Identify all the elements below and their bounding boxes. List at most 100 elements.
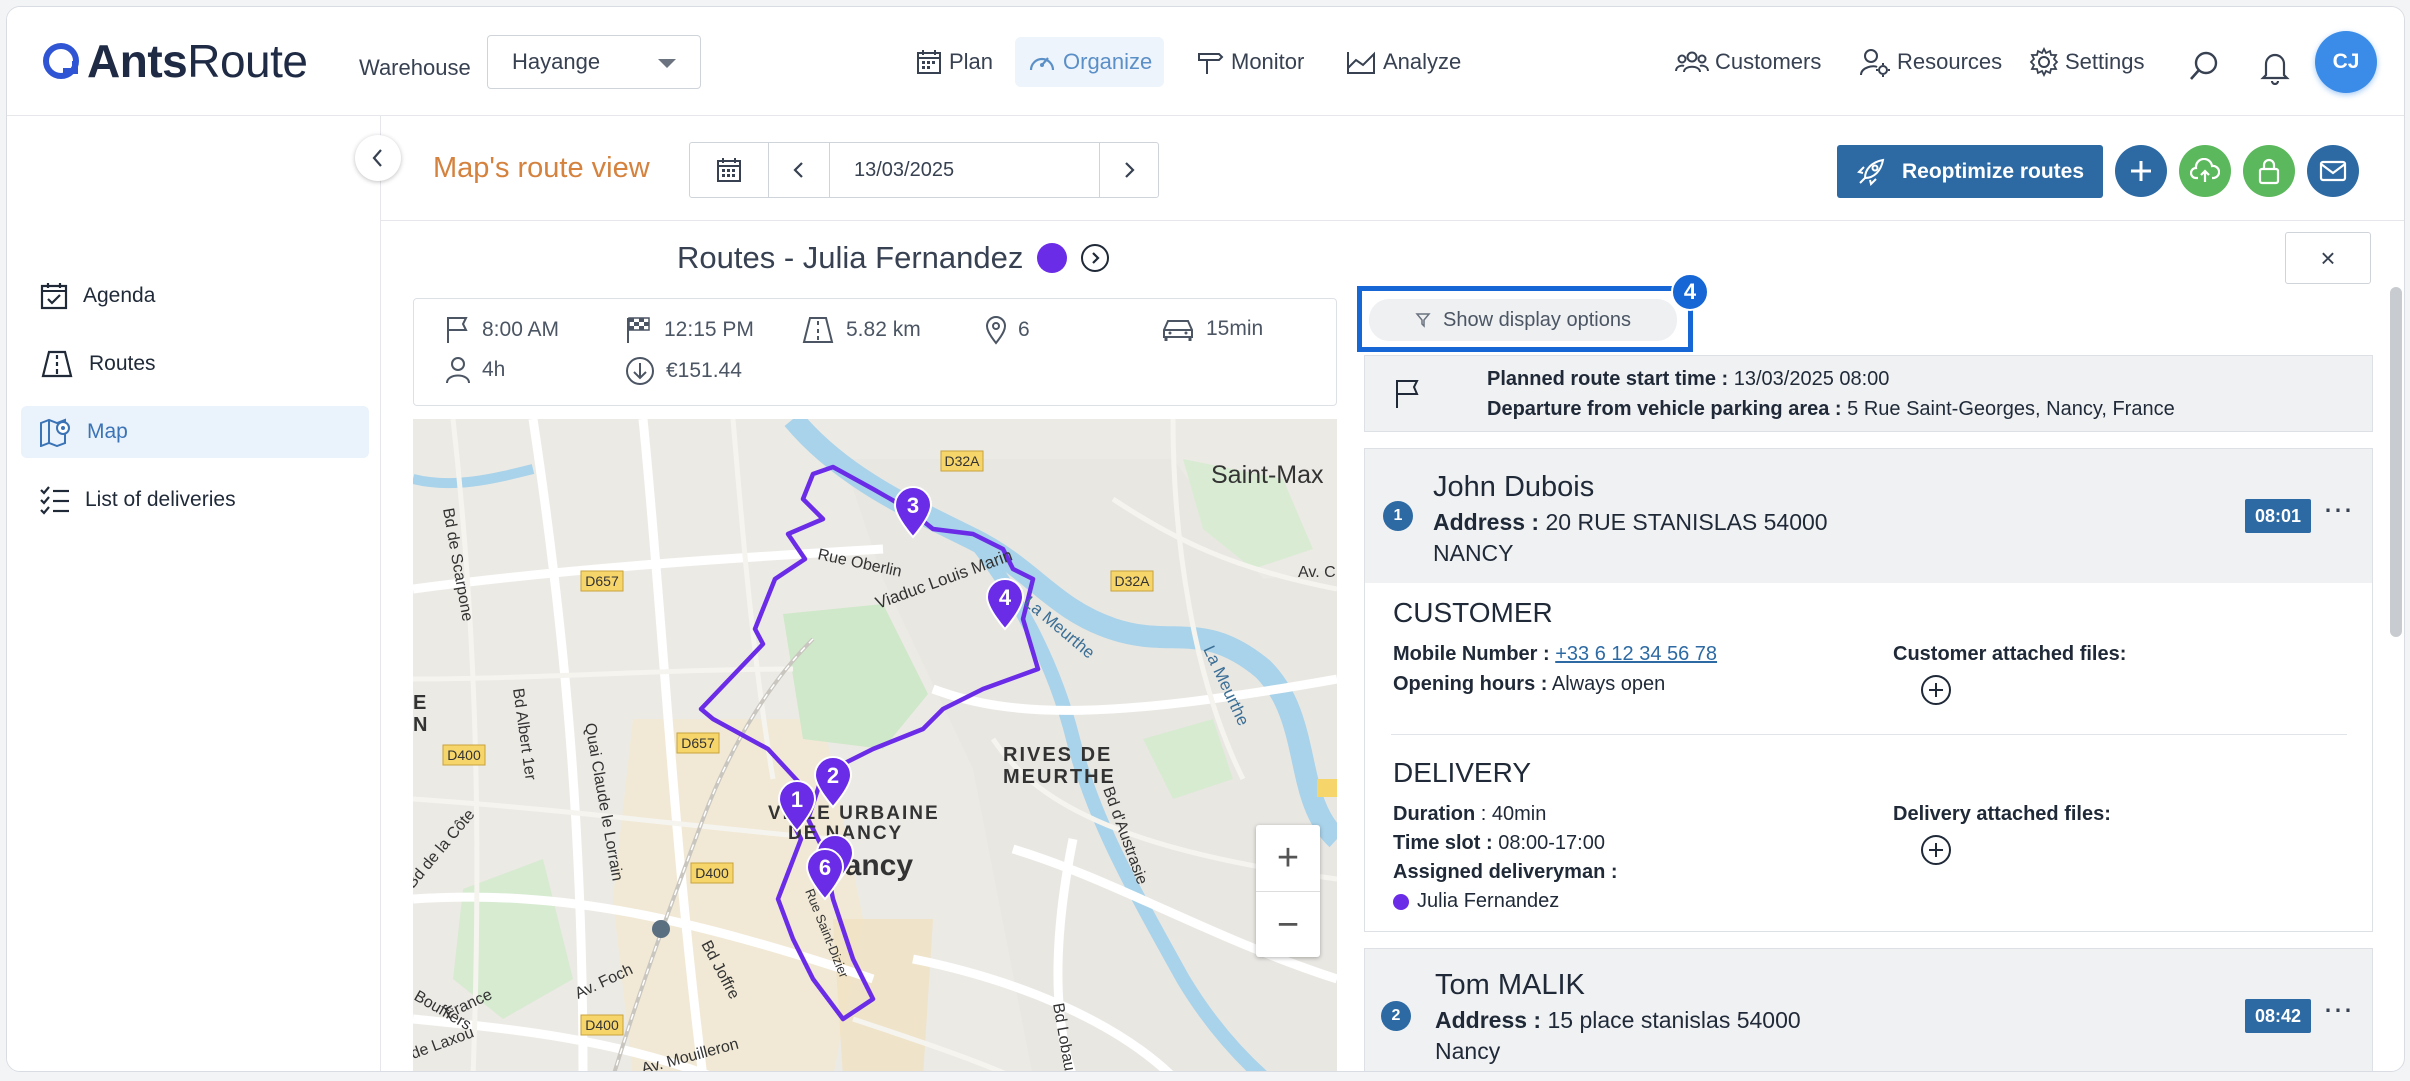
logo-mark-icon [43,43,79,79]
logo-text: AntsRoute [87,35,308,87]
stop-card[interactable]: 2 Tom MALIK Address : 15 place stanislas… [1364,948,2373,1071]
collapse-sidebar-button[interactable] [355,135,401,181]
route-markers: 3 4 2 1 6 [777,485,1025,901]
add-delivery-file-icon[interactable] [1921,835,1951,865]
previous-day-button[interactable] [769,143,830,197]
stat-duration: 4h [444,355,505,385]
email-button[interactable] [2307,145,2359,197]
more-options-icon[interactable]: ⋯ [2323,493,2354,528]
calendar-icon [917,50,941,74]
date-picker-button[interactable] [690,143,769,197]
arrival-time-badge: 08:01 [2245,499,2311,533]
opening-hours: Opening hours : Always open [1393,673,1666,695]
arrival-time-badge: 08:42 [2245,999,2311,1033]
next-route-button[interactable] [1081,244,1110,272]
stat-value: 8:00 AM [482,318,560,341]
more-options-icon[interactable]: ⋯ [2323,993,2354,1028]
stat-value: 4h [482,358,506,381]
sidebar-item-label: Map [87,420,128,443]
nav-resources-label: Resources [1897,49,2003,74]
stat-value: 5.82 km [846,318,921,341]
lock-button[interactable] [2243,145,2295,197]
show-display-options-button[interactable]: Show display options [1369,299,1677,341]
sidebar-item-label: Agenda [83,284,156,307]
stat-start-time: 8:00 AM [444,315,559,345]
planned-start-line: Planned route start time : 13/03/2025 08… [1487,368,1890,390]
user-avatar[interactable]: CJ [2315,31,2377,93]
stop-marker-3[interactable]: 3 [893,485,933,539]
sidebar-item-list-of-deliveries[interactable]: List of deliveries [21,474,369,526]
date-input[interactable]: 13/03/2025 [830,143,1100,197]
nav-settings[interactable]: Settings [2029,45,2145,79]
list-icon [40,486,69,515]
map-toolbar: Map's route view 13/03/2025 Reoptimize r… [381,116,2404,221]
car-icon [1163,320,1193,341]
nav-plan[interactable]: Plan [915,45,993,79]
nav-monitor-label: Monitor [1231,49,1305,74]
filter-icon [1415,313,1431,328]
sidebar: Agenda Routes Map List of deliveries [7,116,381,1071]
rocket-icon [1857,158,1885,186]
reoptimize-routes-button[interactable]: Reoptimize routes [1837,145,2103,198]
nav-customers[interactable]: Customers [1675,45,1821,79]
sidebar-item-label: List of deliveries [85,488,236,511]
phone-link[interactable]: +33 6 12 34 56 78 [1555,643,1717,665]
marker-label: 6 [819,855,831,880]
delivery-section-title: DELIVERY [1393,757,1531,788]
customer-name: John Dubois [1433,471,1595,503]
stop-marker-2[interactable]: 2 [813,755,853,809]
customer-section-title: CUSTOMER [1393,597,1553,628]
search-icon [2190,51,2218,80]
nav-customers-label: Customers [1715,49,1822,74]
stop-number-badge: 2 [1381,1001,1411,1031]
reoptimize-label: Reoptimize routes [1901,159,2085,183]
sidebar-item-map[interactable]: Map [21,406,369,458]
stat-end-time: 12:15 PM [624,315,754,345]
delivery-files-label: Delivery attached files: [1893,803,2111,825]
stat-value: 15min [1206,317,1264,340]
nav-plan-label: Plan [949,49,994,74]
antsroute-logo[interactable]: AntsRoute [41,35,308,87]
flag-icon [447,317,468,343]
stat-value: 6 [1018,318,1030,341]
search-button[interactable] [2187,49,2221,83]
warehouse-select[interactable]: Hayange [487,35,701,89]
map-icon [40,418,70,447]
add-customer-file-icon[interactable] [1921,675,1951,705]
route-map[interactable]: D32A D32A D657 D657 D400 D400 D400 Saint… [413,419,1337,1071]
marker-label: 3 [907,493,919,518]
zoom-in-button[interactable]: + [1256,825,1320,892]
stat-value: 12:15 PM [664,318,754,341]
notifications-button[interactable] [2259,49,2291,85]
marker-label: 2 [827,763,839,788]
date-navigator: 13/03/2025 [689,142,1159,198]
mobile-number: Mobile Number : +33 6 12 34 56 78 [1393,643,1718,665]
envelope-icon [2319,160,2347,182]
stop-marker-1[interactable]: 1 [777,779,817,833]
zoom-out-button[interactable]: − [1256,892,1320,958]
nav-analyze[interactable]: Analyze [1345,45,1461,79]
stop-marker-6[interactable]: 6 [805,847,845,901]
stop-card-header: 2 Tom MALIK Address : 15 place stanislas… [1365,949,2372,1071]
close-panel-button[interactable]: × [2285,232,2371,284]
stop-marker-4[interactable]: 4 [985,577,1025,631]
sidebar-item-agenda[interactable]: Agenda [21,270,369,322]
next-day-button[interactable] [1100,143,1158,197]
chart-area-icon [1347,51,1375,74]
customer-files-label: Customer attached files: [1893,643,2127,665]
chevron-left-icon [372,149,382,167]
route-start-info: Planned route start time : 13/03/2025 08… [1364,355,2373,432]
calendar-check-icon [40,283,68,310]
nav-monitor[interactable]: Monitor [1195,45,1304,79]
gear-icon [2029,47,2059,77]
sidebar-item-routes[interactable]: Routes [21,338,369,390]
nav-resources[interactable]: Resources [1859,45,2002,79]
stat-value: €151.44 [666,359,742,382]
sidebar-item-label: Routes [89,352,156,375]
cloud-upload-button[interactable] [2179,145,2231,197]
nav-organize[interactable]: Organize [1015,37,1165,87]
step-badge: 4 [1671,273,1709,311]
stop-card[interactable]: 1 John Dubois Address : 20 RUE STANISLAS… [1364,448,2373,932]
add-button[interactable] [2115,145,2167,197]
panel-scrollbar[interactable] [2390,287,2402,637]
